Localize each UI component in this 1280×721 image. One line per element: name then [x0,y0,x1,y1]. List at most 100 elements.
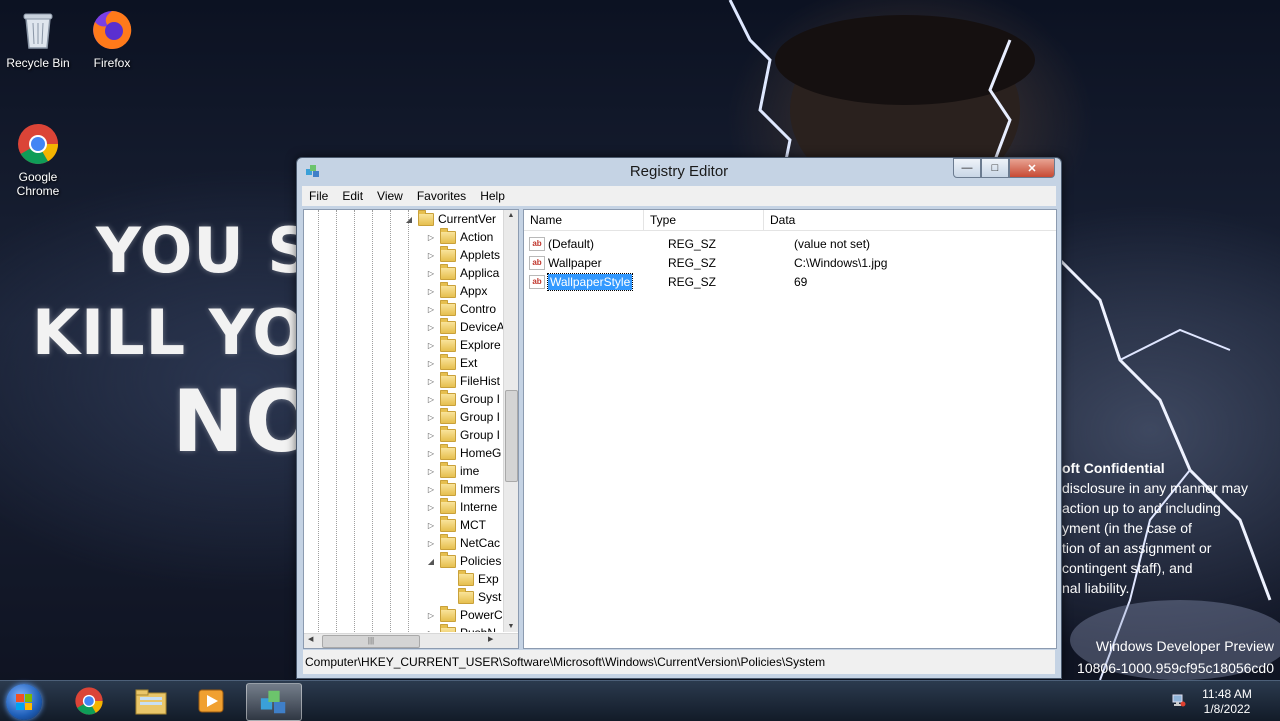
expand-arrow-icon[interactable]: ▷ [426,341,436,350]
menu-favorites[interactable]: Favorites [410,189,473,203]
expand-arrow-icon[interactable]: ▷ [426,251,436,260]
tree-node[interactable]: ▷ HomeG [426,443,501,462]
key-tree: ◢ CurrentVer ▷ Action ▷ Applets ▷ Applica ▷ App… [304,210,504,632]
expand-arrow-icon[interactable]: ▷ [426,233,436,242]
tree-node[interactable]: ▷ Group I [426,425,500,444]
folder-icon [440,335,456,352]
expand-arrow-icon[interactable]: ▷ [426,467,436,476]
taskbar-registry-editor[interactable] [246,683,302,721]
scroll-up-icon[interactable]: ▲ [504,212,518,219]
desktop-icon-label: Google Chrome [16,170,60,198]
file-explorer-icon [135,689,167,715]
minimize-button[interactable]: — [953,158,981,178]
registry-editor-window[interactable]: Registry Editor — □ ✕ File Edit View Fav… [296,157,1062,679]
close-button[interactable]: ✕ [1009,158,1055,178]
tree-node[interactable]: ▷ Applica [426,263,500,282]
expand-arrow-icon[interactable]: ▷ [426,431,436,440]
collapse-arrow-icon[interactable]: ◢ [404,215,414,224]
tree-node[interactable]: ▷ DeviceA [426,317,504,336]
folder-icon [440,353,456,370]
expand-arrow-icon[interactable]: ▷ [426,539,436,548]
build-watermark-line-1: Windows Developer Preview [1095,638,1274,654]
folder-icon [440,263,456,280]
desktop-icon-label: Recycle Bin [6,56,70,70]
tree-node[interactable]: ▷ MCT [426,515,486,534]
expand-arrow-icon[interactable]: ▷ [426,377,436,386]
expand-arrow-icon[interactable]: ▷ [426,611,436,620]
tree-node[interactable]: ▷ FileHist [426,371,500,390]
tree-node-currentversion[interactable]: ◢ CurrentVer [404,210,496,228]
tree-node-label: Applica [460,266,500,280]
desktop-icon-firefox[interactable]: Firefox [74,8,150,70]
clock-time: 11:48 AM [1202,687,1252,701]
tree-node[interactable]: ▷ ime [426,461,480,480]
expand-arrow-icon[interactable]: ▷ [426,305,436,314]
tree-guide-line [318,210,319,632]
tree-guide-line [336,210,337,632]
folder-icon [440,623,456,632]
collapse-arrow-icon[interactable]: ◢ [426,557,436,566]
scroll-right-icon[interactable]: ▶ [488,635,493,643]
maximize-button[interactable]: □ [981,158,1009,178]
tree-node[interactable]: Exp [444,569,499,588]
tree-node[interactable]: ▷ Applets [426,245,501,264]
column-header-type[interactable]: Type [644,210,764,230]
tree-node[interactable]: ▷ NetCac [426,533,500,552]
tree-node[interactable]: ▷ Ext [426,353,477,372]
expand-arrow-icon[interactable]: ▷ [426,323,436,332]
folder-icon [440,299,456,316]
menu-view[interactable]: View [370,189,410,203]
expand-arrow-icon[interactable]: ▷ [426,521,436,530]
tree-node[interactable]: ◢ Policies [426,551,501,570]
value-row[interactable]: ab (Default) REG_SZ (value not set) [524,234,870,253]
tree-node[interactable]: ▷ Contro [426,299,496,318]
expand-arrow-icon[interactable]: ▷ [426,413,436,422]
desktop-icon-google-chrome[interactable]: Google Chrome [0,122,76,198]
column-header-name[interactable]: Name [524,210,644,230]
taskbar-chrome[interactable] [62,683,116,719]
tree-node-label: Applets [460,248,501,262]
value-row[interactable]: ab Wallpaper REG_SZ C:\Windows\1.jpg [524,253,887,272]
taskbar-media-player[interactable] [184,683,238,719]
tree-node-label: ime [460,464,480,478]
scroll-down-icon[interactable]: ▼ [504,623,518,630]
tree-node[interactable]: ▷ Appx [426,281,487,300]
expand-arrow-icon[interactable]: ▷ [426,269,436,278]
network-icon[interactable] [1172,693,1186,707]
menu-help[interactable]: Help [473,189,512,203]
scroll-thumb[interactable] [505,390,518,482]
tree-vertical-scrollbar[interactable]: ▲ ▼ [503,210,518,632]
expand-arrow-icon[interactable]: ▷ [426,629,436,633]
tree-node[interactable]: ▷ Group I [426,407,500,426]
tree-node[interactable]: Syst [444,587,501,606]
scroll-left-icon[interactable]: ◀ [308,635,313,643]
expand-arrow-icon[interactable]: ▷ [426,359,436,368]
tree-node[interactable]: ▷ PowerC [426,605,503,624]
tree-node[interactable]: ▷ Group I [426,389,500,408]
title-bar[interactable]: Registry Editor — □ ✕ [297,158,1061,184]
desktop-icon-recycle-bin[interactable]: Recycle Bin [0,8,76,70]
menu-file[interactable]: File [302,189,335,203]
value-row[interactable]: ab WallpaperStyle REG_SZ 69 [524,272,807,291]
tree-node[interactable]: ▷ PushN [426,623,496,633]
tree-node[interactable]: ▷ Interne [426,497,497,516]
taskbar-file-explorer[interactable] [124,683,178,719]
expand-arrow-icon[interactable]: ▷ [426,485,436,494]
expand-arrow-icon[interactable]: ▷ [426,503,436,512]
expand-arrow-icon[interactable]: ▷ [426,395,436,404]
tree-node[interactable]: ▷ Action [426,227,493,246]
values-list-pane[interactable]: Name Type Data ab (Default) REG_SZ (value n… [523,209,1057,649]
start-button[interactable] [6,684,42,720]
tree-node[interactable]: ▷ Immers [426,479,500,498]
column-header-data[interactable]: Data [764,210,1056,230]
tree-horizontal-scrollbar[interactable]: ◀ ||| ▶ [304,633,518,648]
expand-arrow-icon[interactable]: ▷ [426,287,436,296]
build-watermark-line-2: 10806-1000.959cf95c18056cd0 [1077,660,1274,676]
key-tree-pane[interactable]: ◢ CurrentVer ▷ Action ▷ Applets ▷ Applica ▷ App… [303,209,519,649]
menu-edit[interactable]: Edit [335,189,370,203]
tree-node[interactable]: ▷ Explore [426,335,501,354]
expand-arrow-icon[interactable]: ▷ [426,449,436,458]
taskbar-clock[interactable]: 11:48 AM 1/8/2022 [1192,687,1262,717]
scroll-thumb[interactable]: ||| [322,635,420,648]
tree-node-label: Immers [460,482,500,496]
